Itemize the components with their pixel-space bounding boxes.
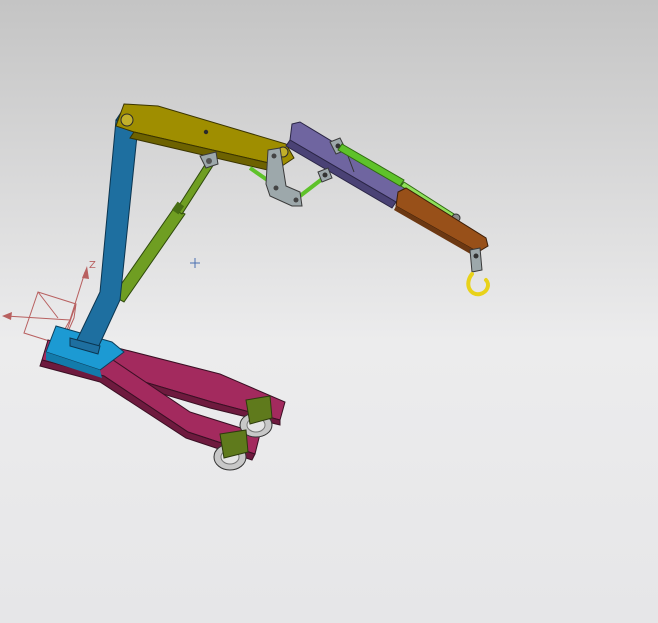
cad-viewport[interactable]: Z [0,0,658,623]
hook-shackle[interactable] [469,247,483,273]
upper-lug-pin [206,158,212,164]
outer-boom-lower-lug-pin [322,172,328,178]
bell-crank-pin-top [271,153,277,159]
bell-crank-pin-mid [273,185,279,191]
triad-z-label: Z [89,260,96,271]
hook-shackle-pin [473,253,479,259]
bell-crank-pin-end [293,197,299,203]
crane-model-scene[interactable]: Z [0,0,658,623]
boom-hole [203,129,209,135]
mast-pivot-pin[interactable] [120,113,134,127]
